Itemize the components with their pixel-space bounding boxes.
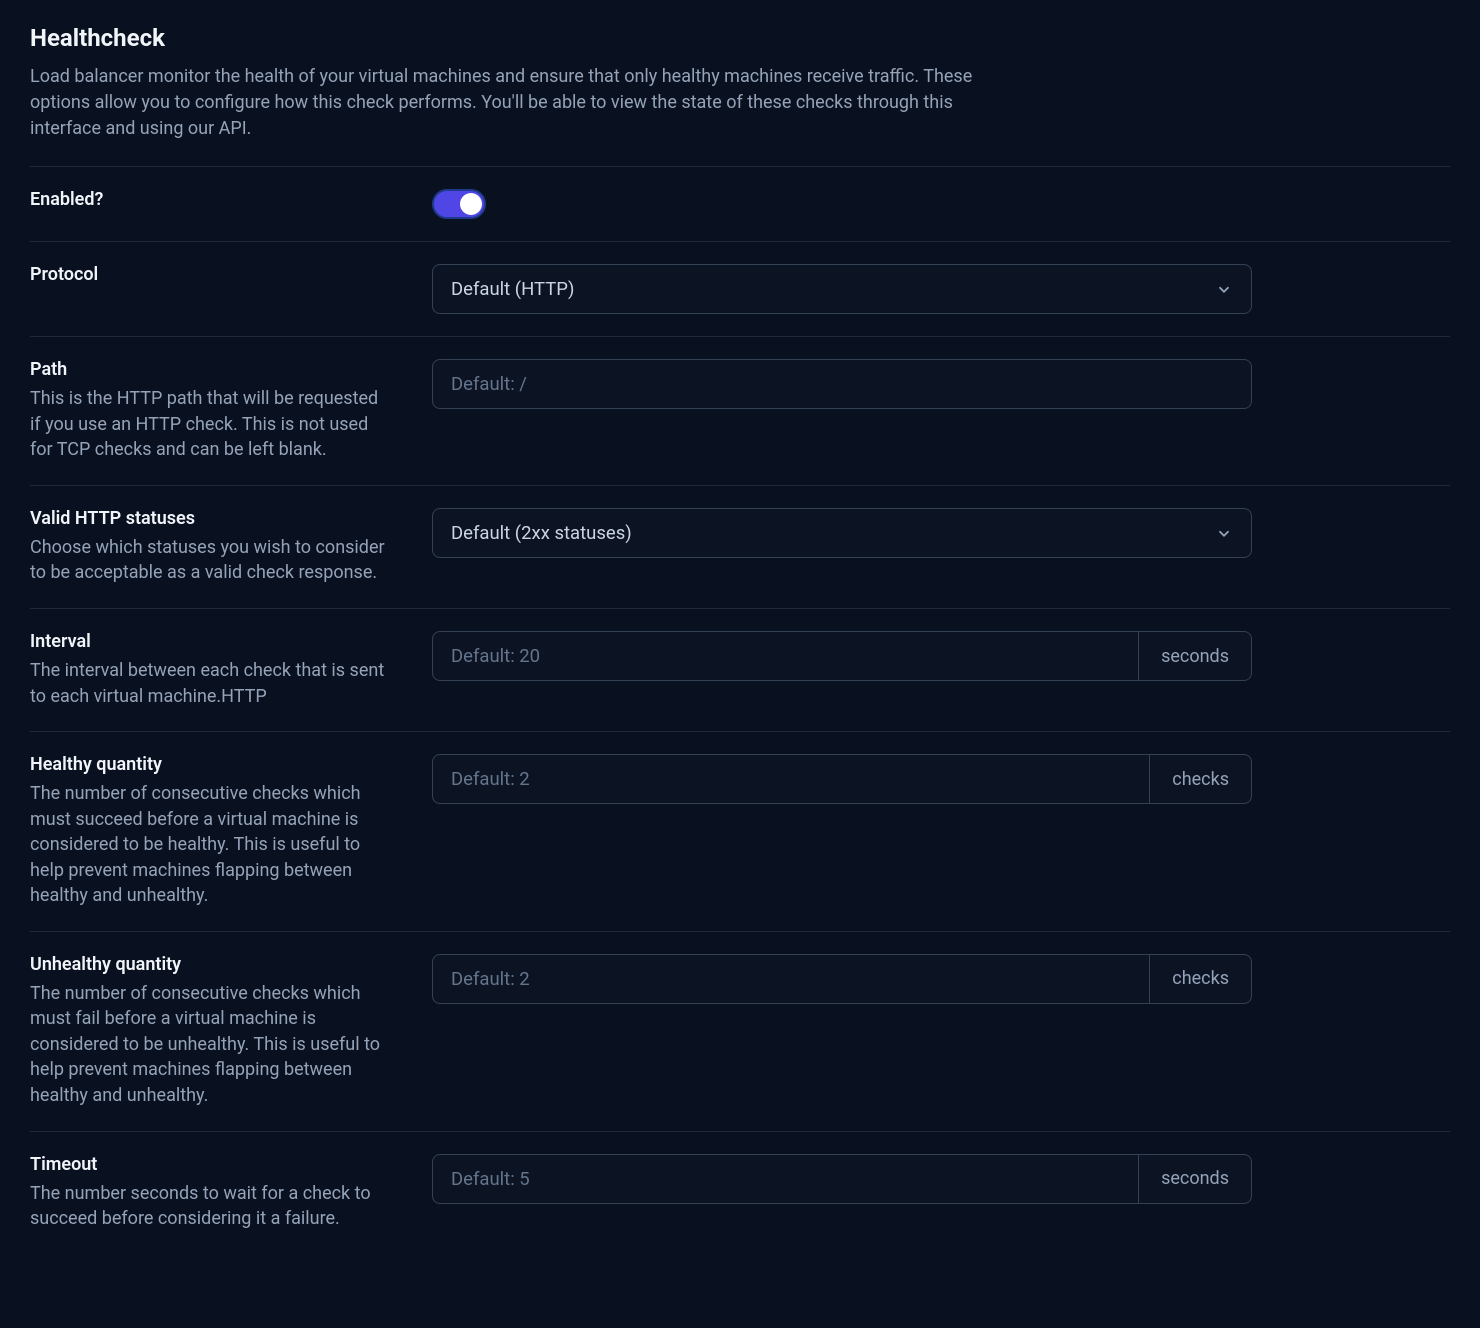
toggle-knob <box>460 193 482 215</box>
enabled-label: Enabled? <box>30 189 392 210</box>
chevron-down-icon <box>1215 280 1233 298</box>
timeout-label: Timeout <box>30 1154 392 1175</box>
healthy-unit: checks <box>1149 755 1251 803</box>
row-timeout: Timeout The number seconds to wait for a… <box>30 1131 1450 1254</box>
page-description: Load balancer monitor the health of your… <box>30 64 1010 142</box>
timeout-input-wrapper: seconds <box>432 1154 1252 1204</box>
unhealthy-unit: checks <box>1149 955 1251 1003</box>
statuses-selected: Default (2xx statuses) <box>451 522 632 544</box>
path-label: Path <box>30 359 392 380</box>
chevron-down-icon <box>1215 524 1233 542</box>
row-interval: Interval The interval between each check… <box>30 608 1450 731</box>
interval-description: The interval between each check that is … <box>30 658 392 709</box>
row-statuses: Valid HTTP statuses Choose which statuse… <box>30 485 1450 608</box>
interval-unit: seconds <box>1138 632 1251 680</box>
interval-input[interactable] <box>433 632 1138 680</box>
timeout-input[interactable] <box>433 1155 1138 1203</box>
row-healthy: Healthy quantity The number of consecuti… <box>30 731 1450 931</box>
statuses-label: Valid HTTP statuses <box>30 508 392 529</box>
path-input[interactable] <box>432 359 1252 409</box>
unhealthy-input-wrapper: checks <box>432 954 1252 1004</box>
healthy-input-wrapper: checks <box>432 754 1252 804</box>
row-protocol: Protocol Default (HTTP) <box>30 241 1450 336</box>
row-path: Path This is the HTTP path that will be … <box>30 336 1450 485</box>
page-title: Healthcheck <box>30 24 1450 52</box>
healthy-description: The number of consecutive checks which m… <box>30 781 392 909</box>
statuses-select[interactable]: Default (2xx statuses) <box>432 508 1252 558</box>
enabled-toggle[interactable] <box>432 189 486 219</box>
protocol-label: Protocol <box>30 264 392 285</box>
unhealthy-label: Unhealthy quantity <box>30 954 392 975</box>
protocol-selected: Default (HTTP) <box>451 278 574 300</box>
healthy-input[interactable] <box>433 755 1149 803</box>
interval-input-wrapper: seconds <box>432 631 1252 681</box>
protocol-select[interactable]: Default (HTTP) <box>432 264 1252 314</box>
timeout-unit: seconds <box>1138 1155 1251 1203</box>
unhealthy-description: The number of consecutive checks which m… <box>30 981 392 1109</box>
interval-label: Interval <box>30 631 392 652</box>
path-description: This is the HTTP path that will be reque… <box>30 386 392 463</box>
unhealthy-input[interactable] <box>433 955 1149 1003</box>
statuses-description: Choose which statuses you wish to consid… <box>30 535 392 586</box>
timeout-description: The number seconds to wait for a check t… <box>30 1181 392 1232</box>
row-unhealthy: Unhealthy quantity The number of consecu… <box>30 931 1450 1131</box>
row-enabled: Enabled? <box>30 166 1450 241</box>
healthy-label: Healthy quantity <box>30 754 392 775</box>
